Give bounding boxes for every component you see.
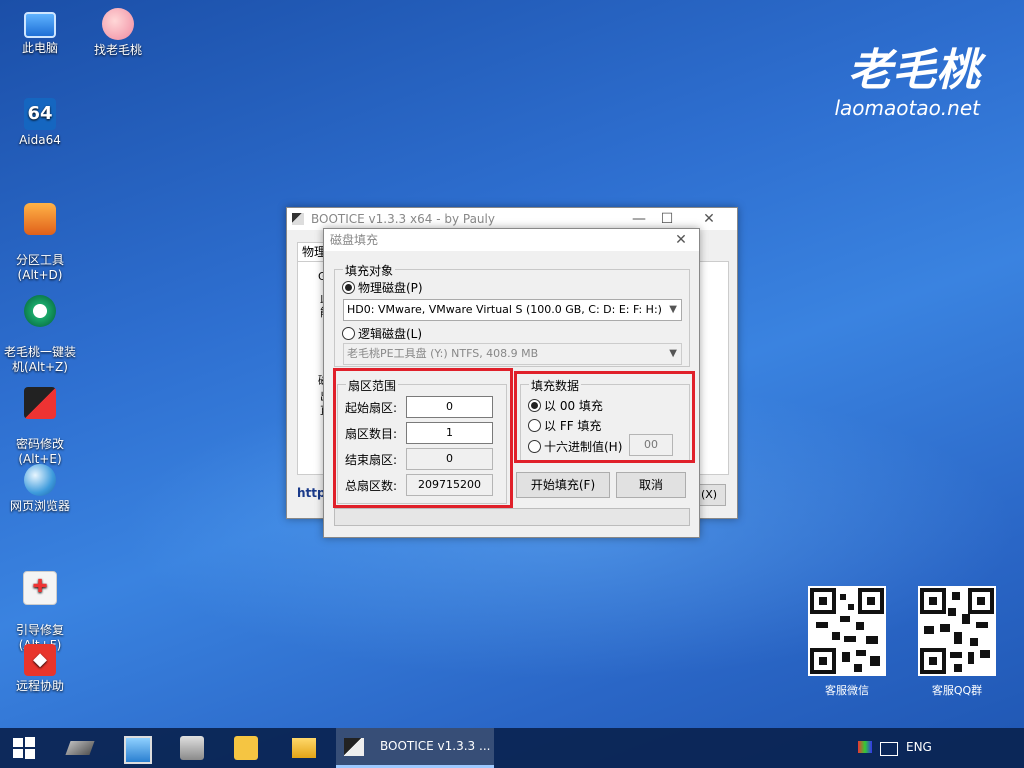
taskbar-chip-app[interactable] xyxy=(56,728,104,768)
qr-label: 客服微信 xyxy=(825,684,869,697)
logical-disk-select: 老毛桃PE工具盘 (Y:) NTFS, 408.9 MB ▼ xyxy=(343,343,682,365)
dialog-titlebar: 磁盘填充 ✕ xyxy=(324,229,699,251)
desktop-icon-label: 找老毛桃 xyxy=(93,43,142,57)
physical-disk-option[interactable]: 物理磁盘(P) xyxy=(342,279,423,296)
physical-disk-radio[interactable] xyxy=(342,281,355,294)
logical-disk-label: 逻辑磁盘(L) xyxy=(358,327,423,341)
folder-icon xyxy=(292,738,316,758)
minimize-icon[interactable]: — xyxy=(625,208,653,230)
one-key-install-icon xyxy=(24,295,56,327)
tray-language[interactable]: ENG xyxy=(906,740,932,754)
desktop-icon-label: 此电脑 xyxy=(21,41,58,55)
monitor-icon xyxy=(124,736,152,764)
bootice-title: BOOTICE v1.3.3 x64 - by Pauly xyxy=(311,212,495,226)
brand-logo: 老毛桃 laomaotao.net xyxy=(834,45,980,121)
bootice-app-icon xyxy=(292,213,304,225)
partition-tool-icon xyxy=(24,203,56,235)
fill-progress-bar xyxy=(334,508,690,526)
qr-label: 客服QQ群 xyxy=(931,684,983,697)
qr-wechat: 客服微信 xyxy=(808,586,886,698)
chevron-down-icon: ▼ xyxy=(669,304,677,315)
qr-qq-group: 客服QQ群 xyxy=(918,586,996,698)
bootice-titlebar: BOOTICE v1.3.3 x64 - by Pauly — ☐ ✕ xyxy=(287,208,737,230)
desktop-icon-find-laomaotao[interactable]: 找老毛桃 xyxy=(80,8,156,58)
desktop-icon-label: 老毛桃一键装 机(Alt+Z) xyxy=(3,345,76,374)
taskbar: BOOTICE v1.3.3 ... ENG xyxy=(0,728,1024,768)
maximize-icon[interactable]: ☐ xyxy=(653,208,681,230)
dialog-title: 磁盘填充 xyxy=(330,233,379,247)
start-fill-button[interactable]: 开始填充(F) xyxy=(516,472,610,498)
fill-target-legend: 填充对象 xyxy=(343,262,396,279)
brand-name: 老毛桃 xyxy=(848,45,980,96)
taskbar-explorer[interactable] xyxy=(280,728,328,768)
windows-logo-icon xyxy=(13,737,35,759)
taskbar-bootice-window[interactable]: BOOTICE v1.3.3 ... xyxy=(336,728,494,768)
computer-icon xyxy=(24,12,56,38)
chip-icon xyxy=(65,741,95,755)
desktop-icon-label: 远程协助 xyxy=(15,679,64,693)
cancel-button[interactable]: 取消 xyxy=(616,472,686,498)
desktop-icon-remote-assist[interactable]: ◆ 远程协助 xyxy=(2,644,78,694)
taskbar-window-title: BOOTICE v1.3.3 ... xyxy=(380,739,491,753)
brand-url: laomaotao.net xyxy=(834,96,980,120)
physical-disk-value: HD0: VMware, VMware Virtual S (100.0 GB,… xyxy=(347,303,662,316)
aida64-icon: 64 xyxy=(24,98,56,130)
desktop-icon-label: 分区工具 (Alt+D) xyxy=(15,253,64,282)
boot-repair-icon: ✚ xyxy=(23,571,57,605)
highlight-sector-range xyxy=(333,368,513,508)
fill-target-group: 填充对象 物理磁盘(P) HD0: VMware, VMware Virtual… xyxy=(334,262,690,367)
start-button[interactable] xyxy=(0,728,48,768)
desktop-icon-label: Aida64 xyxy=(19,133,61,147)
taskbar-keyboard-app[interactable] xyxy=(168,728,216,768)
desktop-icon-label: 网页浏览器 xyxy=(9,499,70,513)
bootice-taskbar-icon xyxy=(344,738,364,756)
desktop-icon-aida64[interactable]: 64 Aida64 xyxy=(2,98,78,148)
highlight-fill-data xyxy=(514,371,695,463)
password-tool-icon xyxy=(24,387,56,419)
chevron-down-icon: ▼ xyxy=(669,348,677,359)
desktop-icon-label: 密码修改 (Alt+E) xyxy=(15,437,64,466)
physical-disk-label: 物理磁盘(P) xyxy=(358,281,423,295)
qr-code-icon xyxy=(918,586,996,676)
close-icon[interactable]: ✕ xyxy=(695,208,723,230)
logical-disk-radio[interactable] xyxy=(342,327,355,340)
taskbar-search-app[interactable] xyxy=(222,728,270,768)
desktop-icon-this-pc[interactable]: 此电脑 xyxy=(2,8,78,56)
remote-assist-icon: ◆ xyxy=(24,644,56,676)
qr-code-icon xyxy=(808,586,886,676)
logical-disk-value: 老毛桃PE工具盘 (Y:) NTFS, 408.9 MB xyxy=(347,347,539,360)
web-browser-icon xyxy=(24,464,56,496)
peach-icon xyxy=(102,8,134,40)
physical-disk-select[interactable]: HD0: VMware, VMware Virtual S (100.0 GB,… xyxy=(343,299,682,321)
tray-monitor-icon[interactable] xyxy=(880,742,898,756)
dialog-close-icon[interactable]: ✕ xyxy=(667,229,695,251)
keyboard-monitor-icon xyxy=(180,736,204,760)
tray-color-icon[interactable] xyxy=(858,741,872,753)
desktop-icon-web-browser[interactable]: 网页浏览器 xyxy=(2,464,78,514)
logical-disk-option[interactable]: 逻辑磁盘(L) xyxy=(342,325,422,342)
taskbar-computer-app[interactable] xyxy=(112,728,160,768)
search-tool-icon xyxy=(234,736,258,760)
